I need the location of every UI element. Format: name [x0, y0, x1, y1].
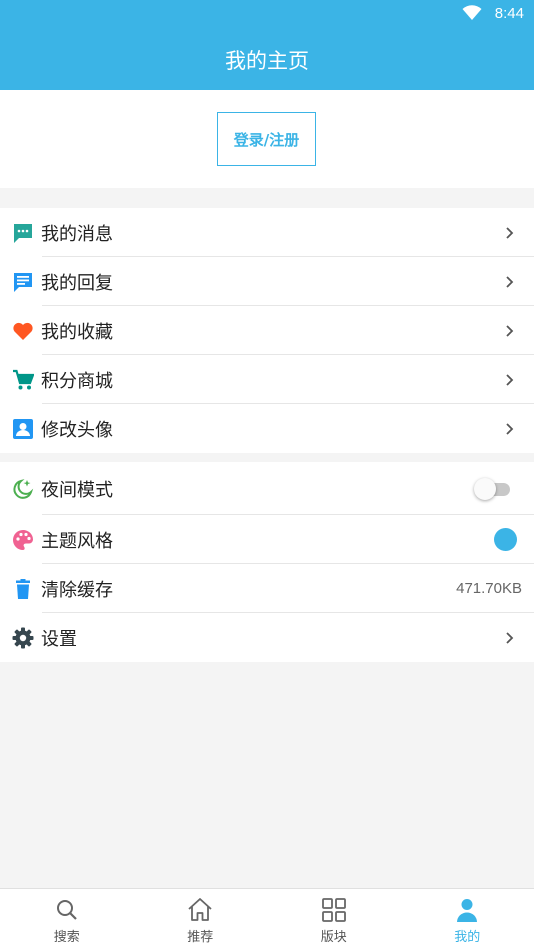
bottom-navigation: 搜索 推荐 版块 我的 [0, 888, 534, 949]
person-icon [457, 899, 478, 922]
nav-tab-recommend[interactable]: 推荐 [134, 889, 268, 949]
status-time: 8:44 [494, 5, 524, 22]
menu-item-label: 我的回复 [41, 272, 113, 294]
chevron-right-icon [506, 373, 514, 386]
heart-icon [12, 320, 34, 342]
menu-item-settings[interactable]: 设置 [0, 613, 534, 662]
login-register-button[interactable]: 登录/注册 [217, 112, 316, 166]
menu-item-my-messages[interactable]: 我的消息 [0, 208, 534, 257]
nav-tab-mine[interactable]: 我的 [401, 889, 534, 949]
theme-color-swatch[interactable] [494, 528, 517, 551]
menu-item-night-mode[interactable]: 夜间模式 [0, 462, 534, 515]
toggle-knob [474, 477, 496, 500]
nav-tab-boards[interactable]: 版块 [267, 889, 401, 949]
app-header: 8:44 我的主页 [0, 0, 534, 90]
menu-item-label: 设置 [41, 628, 77, 650]
grid-icon [321, 898, 346, 922]
menu-item-my-favorites[interactable]: 我的收藏 [0, 306, 534, 355]
gear-icon [12, 627, 34, 649]
home-icon [188, 898, 212, 921]
palette-icon [12, 529, 34, 551]
chevron-right-icon [506, 324, 514, 337]
menu-item-label: 主题风格 [41, 530, 113, 552]
chevron-right-icon [506, 226, 514, 239]
status-bar: 8:44 [0, 0, 534, 28]
menu-item-label: 我的收藏 [41, 321, 113, 343]
menu-item-points-mall[interactable]: 积分商城 [0, 355, 534, 404]
menu-item-label: 修改头像 [41, 419, 113, 441]
menu-item-clear-cache[interactable]: 清除缓存 471.70KB [0, 564, 534, 613]
night-mode-icon [12, 478, 34, 500]
menu-group-settings: 夜间模式 主题风格 清除缓存 471.70KB 设置 [0, 462, 534, 662]
trash-icon [12, 578, 34, 600]
message-icon [12, 222, 34, 244]
menu-item-change-avatar[interactable]: 修改头像 [0, 404, 534, 453]
nav-tab-search[interactable]: 搜索 [0, 889, 134, 949]
menu-item-label: 夜间模式 [41, 479, 113, 501]
cart-icon [12, 369, 34, 391]
cache-size: 471.70KB [456, 580, 522, 597]
nav-tab-label: 版块 [320, 930, 347, 945]
menu-item-label: 积分商城 [41, 370, 113, 392]
chevron-right-icon [506, 275, 514, 288]
wifi-icon [462, 5, 482, 20]
menu-group-account: 我的消息 我的回复 我的收藏 积分商城 修改头像 [0, 208, 534, 453]
nav-tab-label: 搜索 [53, 930, 80, 945]
page-title: 我的主页 [225, 49, 309, 73]
menu-item-my-replies[interactable]: 我的回复 [0, 257, 534, 306]
nav-tab-label: 我的 [454, 930, 481, 945]
chevron-right-icon [506, 631, 514, 644]
reply-icon [12, 271, 34, 293]
menu-item-theme-style[interactable]: 主题风格 [0, 515, 534, 564]
menu-item-label: 清除缓存 [41, 579, 113, 601]
login-area: 登录/注册 [0, 90, 534, 188]
nav-tab-label: 推荐 [187, 930, 214, 945]
night-mode-toggle[interactable] [474, 477, 512, 500]
avatar-icon [12, 418, 34, 440]
menu-item-label: 我的消息 [41, 223, 113, 245]
chevron-right-icon [506, 422, 514, 435]
search-icon [56, 900, 77, 920]
